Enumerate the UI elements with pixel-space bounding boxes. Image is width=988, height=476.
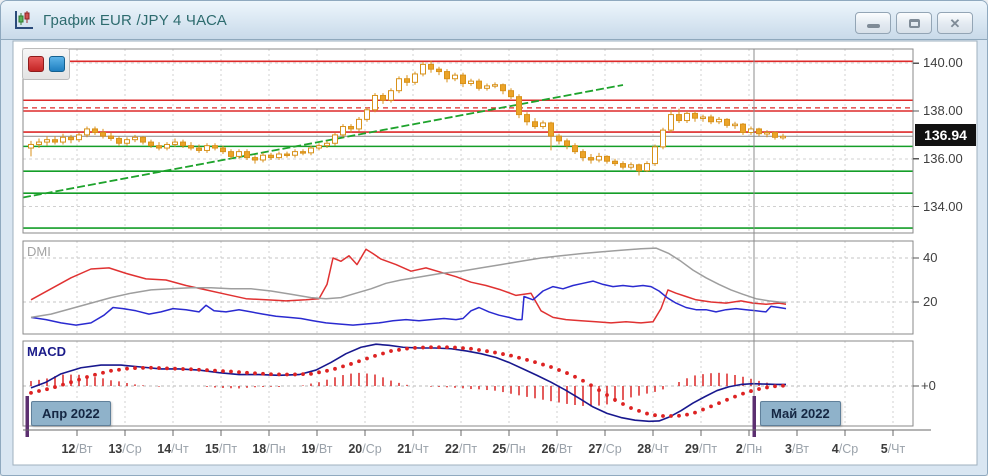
candlestick-chart-icon [13, 9, 35, 31]
date-label: 20/Ср [339, 442, 391, 456]
date-label: 5/Чт [867, 442, 919, 456]
date-label: 28/Чт [627, 442, 679, 456]
date-label: 13/Ср [99, 442, 151, 456]
date-label: 2/Пн [723, 442, 775, 456]
date-label: 15/Пт [195, 442, 247, 456]
date-label: 18/Пн [243, 442, 295, 456]
price-axis-label: 138.00 [923, 103, 963, 118]
macd-axis-label: +0 [921, 378, 936, 393]
date-label: 22/Пт [435, 442, 487, 456]
close-button[interactable]: ✕ [937, 12, 973, 34]
date-label: 12/Вт [51, 442, 103, 456]
date-label: 25/Пн [483, 442, 535, 456]
blue-marker-button[interactable] [49, 56, 65, 72]
date-label: 3/Вт [771, 442, 823, 456]
restore-button[interactable] [896, 12, 932, 34]
window-title: График EUR /JPY 4 ЧАСА [43, 12, 227, 29]
dmi-panel-label: DMI [27, 244, 51, 259]
minimize-button[interactable] [855, 12, 891, 34]
current-price-box: 136.94 [915, 124, 976, 146]
red-marker-button[interactable] [28, 56, 44, 72]
price-axis-label: 140.00 [923, 55, 963, 70]
date-label: 19/Вт [291, 442, 343, 456]
titlebar[interactable]: График EUR /JPY 4 ЧАСА ✕ [1, 1, 987, 40]
minimize-icon [867, 24, 880, 28]
date-label: 27/Ср [579, 442, 631, 456]
price-axis-label: 134.00 [923, 199, 963, 214]
dmi-axis-label: 20 [923, 294, 937, 309]
date-label: 29/Пт [675, 442, 727, 456]
month-badge-may: Май 2022 [760, 401, 841, 426]
price-axis-label: 136.00 [923, 151, 963, 166]
dmi-axis-label: 40 [923, 250, 937, 265]
month-badge-april: Апр 2022 [31, 401, 111, 426]
window-controls: ✕ [855, 12, 973, 34]
close-icon: ✕ [950, 17, 961, 30]
date-label: 26/Вт [531, 442, 583, 456]
date-label: 4/Ср [819, 442, 871, 456]
chart-toolbar [22, 48, 70, 80]
chart-window: График EUR /JPY 4 ЧАСА ✕ DMI MACD Апр 20… [0, 0, 988, 476]
restore-icon [909, 19, 920, 28]
date-label: 21/Чт [387, 442, 439, 456]
date-label: 14/Чт [147, 442, 199, 456]
macd-panel-label: MACD [27, 344, 66, 359]
